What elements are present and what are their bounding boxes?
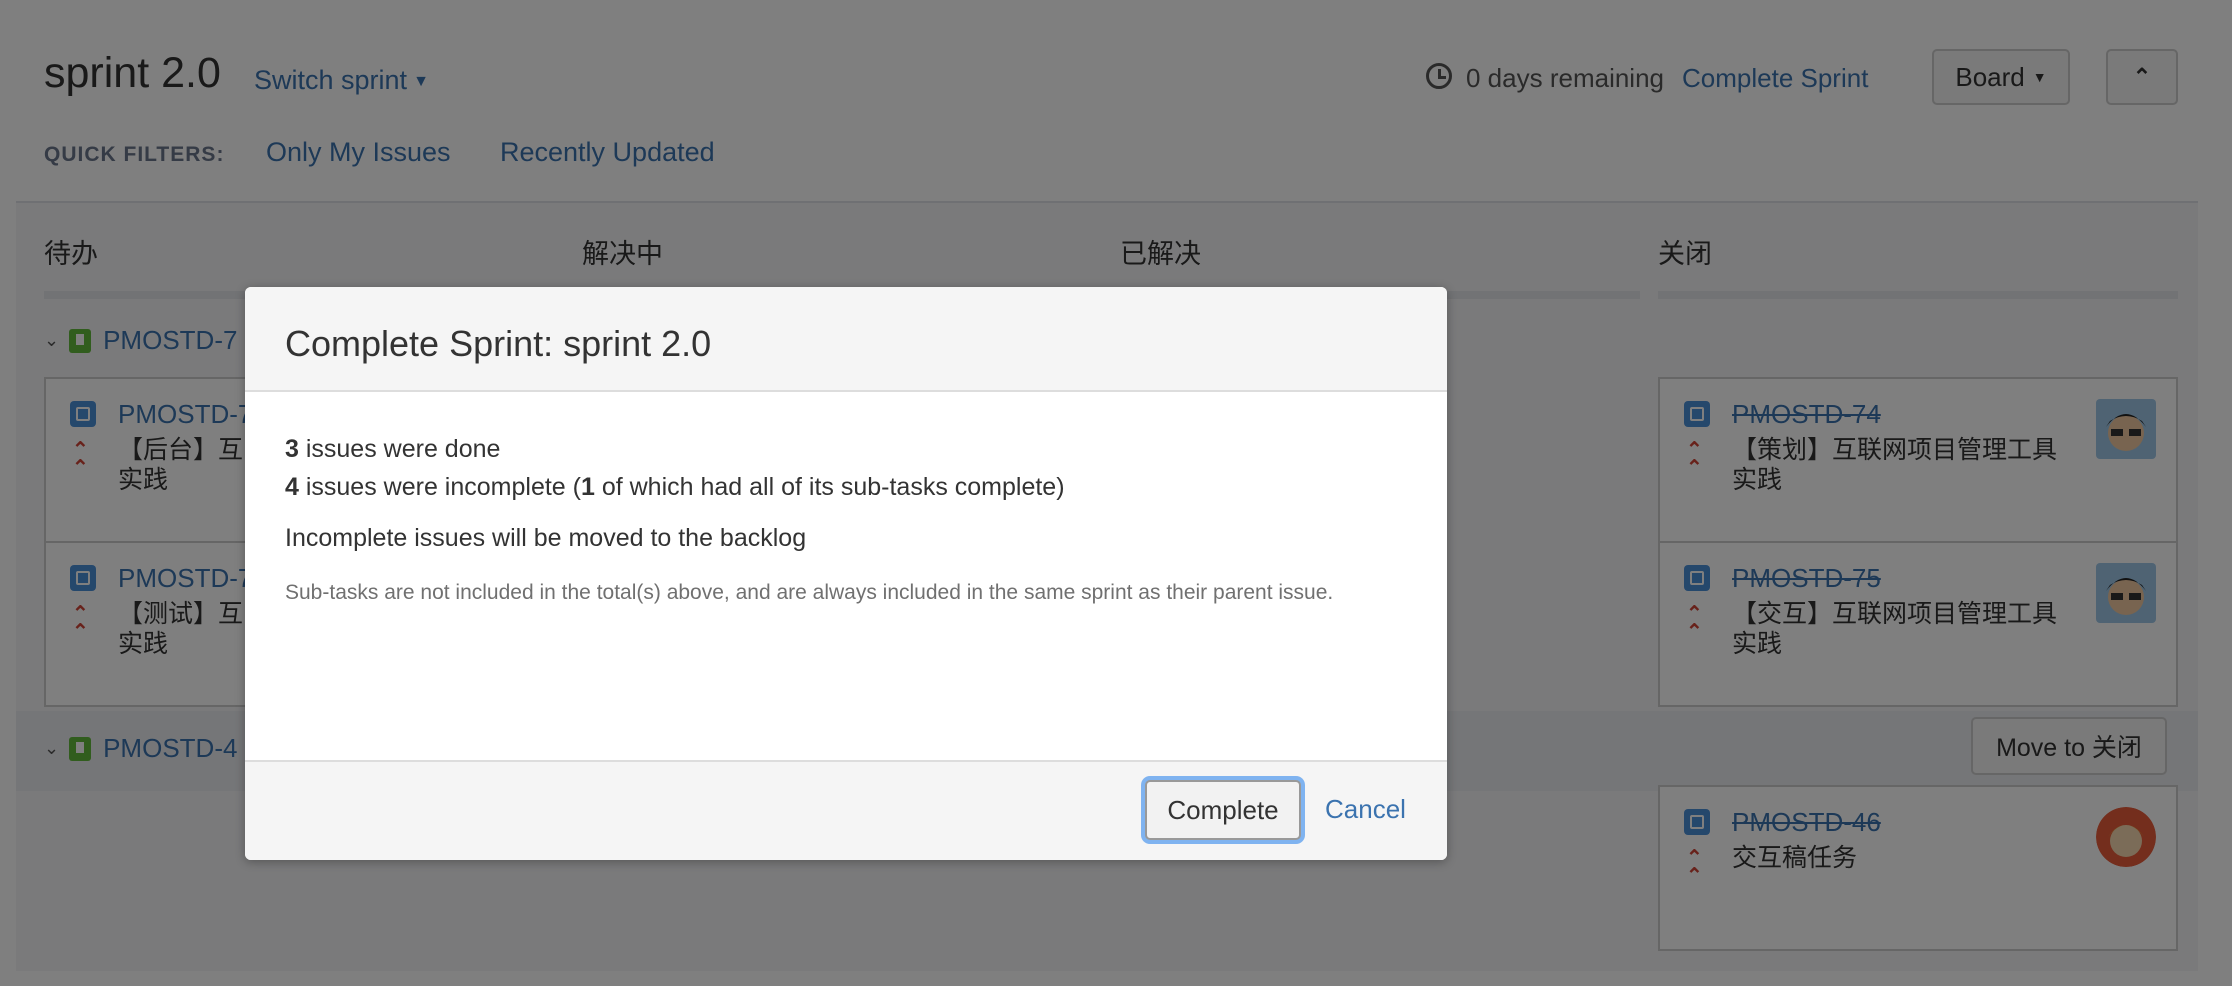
done-summary: 3 issues were done (285, 435, 1407, 464)
done-count: 3 (285, 435, 299, 463)
complete-button[interactable]: Complete (1145, 780, 1301, 840)
incomplete-sub-text: of which had all of its sub-tasks comple… (594, 473, 1065, 501)
incomplete-sub-count: 1 (580, 473, 595, 501)
dialog-body: 3 issues were done 4 issues were incompl… (285, 435, 1407, 609)
cancel-link[interactable]: Cancel (1325, 794, 1406, 825)
complete-sprint-dialog: Complete Sprint: sprint 2.0 3 issues wer… (245, 287, 1447, 860)
incomplete-text: issues were incomplete ( (298, 473, 581, 501)
subtasks-note: Sub-tasks are not included in the total(… (285, 581, 1334, 604)
dialog-footer: Complete Cancel (245, 760, 1447, 860)
backlog-move-text: Incomplete issues will be moved to the b… (285, 524, 807, 552)
incomplete-summary: 4 issues were incomplete (1 of which had… (285, 473, 1407, 502)
dialog-title: Complete Sprint: sprint 2.0 (285, 323, 712, 364)
incomplete-count: 4 (285, 473, 299, 501)
done-text: issues were done (298, 435, 501, 463)
